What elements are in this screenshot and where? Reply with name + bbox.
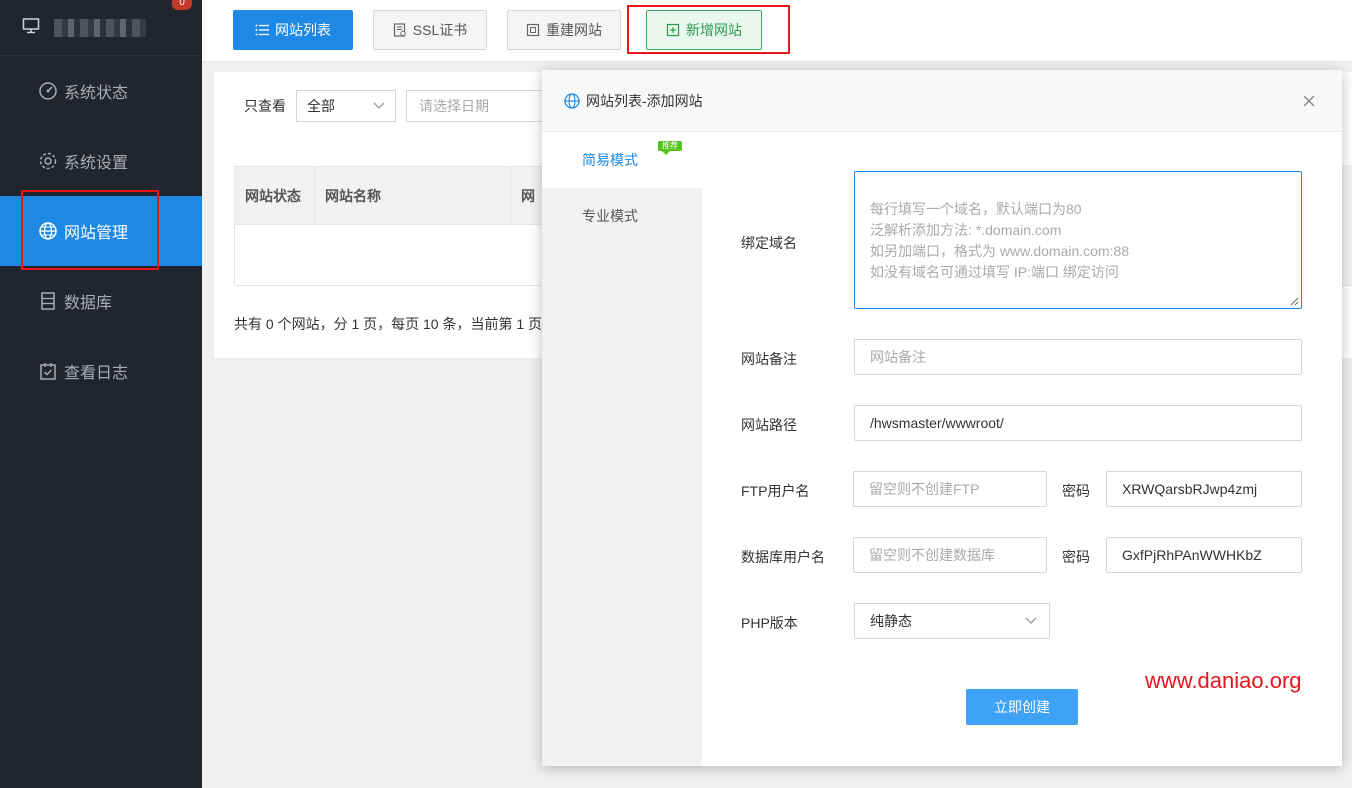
gear-icon <box>38 151 58 171</box>
list-icon <box>255 24 269 36</box>
ftp-password-value: XRWQarsbRJwp4zmj <box>1122 481 1258 497</box>
ftp-password-label: 密码 <box>1062 483 1090 499</box>
ftp-user-input[interactable]: 留空则不创建FTP <box>853 471 1047 507</box>
domain-placeholder-line: 每行填写一个域名，默认端口为80 <box>870 201 1082 217</box>
add-site-dialog: 网站列表-添加网站 简易模式 推荐 专业模式 绑定域名 每行填写一个域名，默认端… <box>542 70 1342 766</box>
sidebar-item-view-logs[interactable]: 查看日志 <box>0 336 202 406</box>
remark-input[interactable]: 网站备注 <box>854 339 1302 375</box>
domain-placeholder-line: 如没有域名可通过填写 IP:端口 绑定访问 <box>870 264 1119 280</box>
highlight-box-add-site <box>627 5 790 54</box>
domain-placeholder-line: 如另加端口，格式为 www.domain.com:88 <box>870 243 1130 259</box>
path-input[interactable]: /hwsmaster/wwwroot/ <box>854 405 1302 441</box>
ssl-label: SSL证书 <box>412 22 468 38</box>
sidebar-item-label: 系统状态 <box>64 85 129 102</box>
tab-pro-mode[interactable]: 专业模式 <box>542 188 702 244</box>
ftp-user-label: FTP用户名 <box>741 483 810 499</box>
filter-select[interactable]: 全部 <box>296 90 396 122</box>
rebuild-site-button[interactable]: 重建网站 <box>507 10 621 50</box>
ftp-user-placeholder: 留空则不创建FTP <box>869 481 980 497</box>
dialog-header: 网站列表-添加网站 <box>542 70 1342 132</box>
remark-label: 网站备注 <box>741 351 797 367</box>
db-password-input[interactable]: GxfPjRhPAnWWHKbZ <box>1106 537 1302 573</box>
dialog-title: 网站列表-添加网站 <box>586 92 703 109</box>
domain-label: 绑定域名 <box>741 235 797 251</box>
date-placeholder: 请选择日期 <box>419 98 489 114</box>
rebuild-icon <box>526 23 540 37</box>
db-password-label: 密码 <box>1062 549 1090 565</box>
mode-tabs: 简易模式 推荐 专业模式 <box>542 132 702 766</box>
chevron-down-icon <box>373 102 385 109</box>
calendar-check-icon <box>38 361 58 381</box>
sidebar-item-database[interactable]: 数据库 <box>0 266 202 336</box>
tab-label: 专业模式 <box>582 208 638 224</box>
sidebar-item-label: 数据库 <box>64 295 113 312</box>
table-edge <box>1342 165 1352 285</box>
filter-select-value: 全部 <box>307 98 335 114</box>
filter-label: 只查看 <box>244 98 286 114</box>
remark-placeholder: 网站备注 <box>870 349 926 365</box>
certificate-icon <box>393 23 406 37</box>
notification-badge[interactable]: 0 <box>172 0 192 10</box>
server-name-blurred <box>54 18 146 37</box>
site-list-label: 网站列表 <box>275 22 331 38</box>
db-password-value: GxfPjRhPAnWWHKbZ <box>1122 547 1262 563</box>
chevron-down-icon <box>1025 617 1037 624</box>
db-user-label: 数据库用户名 <box>741 549 825 565</box>
recommended-tag: 推荐 <box>658 141 682 155</box>
php-version-select[interactable]: 纯静态 <box>854 603 1050 639</box>
highlight-box-sidebar <box>21 190 159 270</box>
sidebar-item-label: 系统设置 <box>64 155 129 172</box>
sidebar-item-system-status[interactable]: 系统状态 <box>0 56 202 126</box>
domain-placeholder-line: 泛解析添加方法: *.domain.com <box>870 222 1062 238</box>
sidebar-item-system-settings[interactable]: 系统设置 <box>0 126 202 196</box>
globe-icon <box>564 92 580 109</box>
create-now-button[interactable]: 立即创建 <box>966 689 1078 725</box>
path-value: /hwsmaster/wwwroot/ <box>870 415 1004 431</box>
close-icon[interactable] <box>1302 94 1316 108</box>
php-version-label: PHP版本 <box>741 615 798 631</box>
rebuild-site-label: 重建网站 <box>546 22 602 38</box>
site-list-button[interactable]: 网站列表 <box>233 10 353 50</box>
sidebar-item-label: 查看日志 <box>64 365 129 382</box>
ftp-password-input[interactable]: XRWQarsbRJwp4zmj <box>1106 471 1302 507</box>
php-version-value: 纯静态 <box>870 613 912 629</box>
column-header: 网站名称 <box>315 166 511 225</box>
path-label: 网站路径 <box>741 417 797 433</box>
monitor-icon <box>22 17 40 38</box>
sidebar-header: 0 <box>0 0 202 56</box>
tab-simple-mode[interactable]: 简易模式 推荐 <box>542 132 702 188</box>
filter-bar: 只查看 全部 请选择日期 <box>244 90 546 122</box>
db-user-placeholder: 留空则不创建数据库 <box>869 547 995 563</box>
watermark-text: www.daniao.org <box>1145 668 1302 693</box>
db-user-input[interactable]: 留空则不创建数据库 <box>853 537 1047 573</box>
tab-label: 简易模式 <box>582 152 638 168</box>
sidebar: 0 系统状态 系统设置 网站管理 数据库 查看日志 <box>0 0 202 788</box>
column-header: 网站状态 <box>235 166 315 225</box>
pagination-summary: 共有 0 个网站，分 1 页，每页 10 条，当前第 1 页 <box>234 316 543 332</box>
resize-handle-icon[interactable] <box>1289 296 1299 306</box>
database-icon <box>38 291 58 311</box>
domain-textarea[interactable]: 每行填写一个域名，默认端口为80 泛解析添加方法: *.domain.com 如… <box>854 171 1302 309</box>
dashboard-icon <box>38 81 58 101</box>
ssl-button[interactable]: SSL证书 <box>373 10 487 50</box>
date-picker-input[interactable]: 请选择日期 <box>406 90 546 122</box>
